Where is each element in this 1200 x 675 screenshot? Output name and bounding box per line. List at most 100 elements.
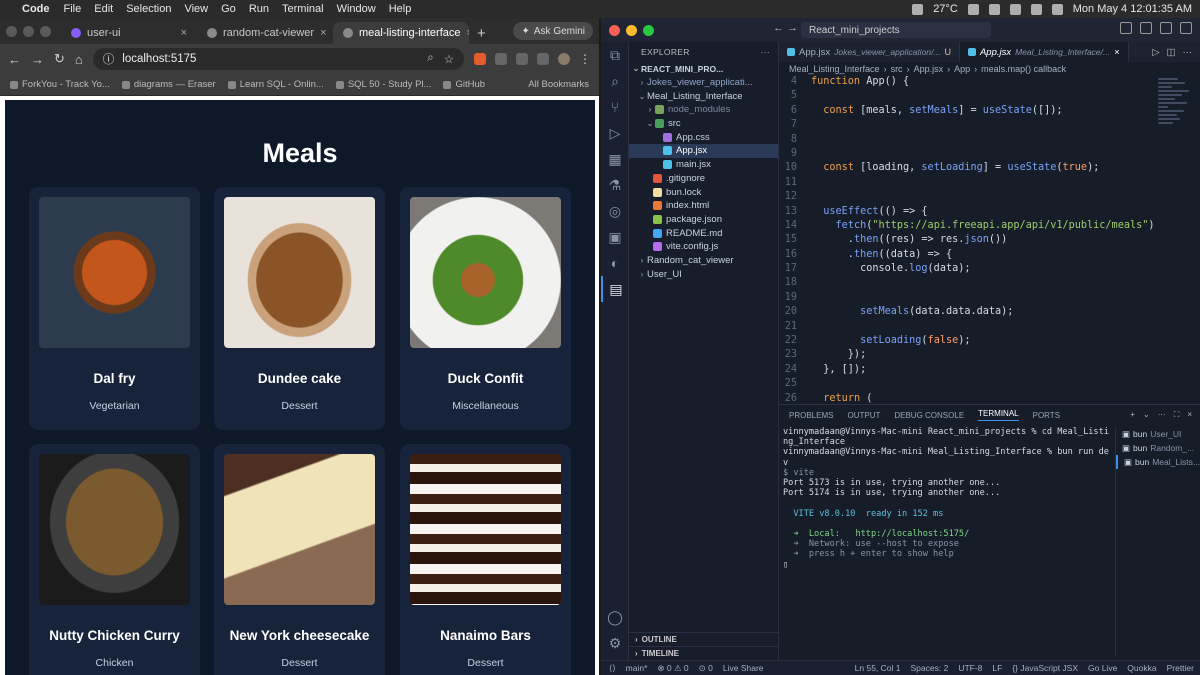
toggle-panel-icon[interactable]	[1160, 22, 1172, 34]
minimap[interactable]	[1158, 76, 1192, 166]
reload-icon[interactable]: ↻	[54, 51, 65, 67]
problems-count[interactable]: ⊗ 0 ⚠ 0	[657, 663, 688, 674]
close-window-button[interactable]	[6, 25, 17, 37]
tab-ports[interactable]: PORTS	[1033, 411, 1060, 420]
menu-kebab-icon[interactable]: ⋮	[579, 52, 591, 66]
close-tab-icon[interactable]: ×	[320, 27, 326, 39]
code-text[interactable]: function App() {	[811, 76, 909, 90]
encoding[interactable]: UTF-8	[958, 663, 982, 673]
code-line[interactable]: 10 const [loading, setLoading] = useStat…	[779, 162, 1159, 176]
tree-folder[interactable]: › Random_cat_viewer	[629, 254, 778, 268]
close-tab-icon[interactable]: ×	[181, 27, 187, 39]
back-icon[interactable]: ←	[8, 52, 21, 67]
tree-file[interactable]: index.html	[629, 199, 778, 213]
terminal-instance[interactable]: ▣ bun User_UI	[1116, 427, 1200, 441]
extensions-puzzle-icon[interactable]	[495, 53, 507, 65]
tree-folder[interactable]: › node_modules	[629, 103, 778, 117]
site-info-icon[interactable]: ⓘ	[103, 51, 115, 67]
language-mode[interactable]: {} JavaScript JSX	[1012, 663, 1078, 673]
code-text[interactable]: const [meals, setMeals] = useState([]);	[811, 105, 1062, 119]
code-line[interactable]: 24 }, []);	[779, 364, 1159, 378]
browser-tab-random-cat-viewer[interactable]: random-cat-viewer ×	[197, 22, 333, 44]
control-center-icon[interactable]	[1051, 3, 1063, 15]
run-debug-icon[interactable]: ▷	[601, 120, 629, 146]
bookmark-item[interactable]: SQL 50 - Study Pl...	[335, 79, 431, 90]
home-icon[interactable]: ⌂	[75, 52, 83, 67]
bluetooth-icon[interactable]	[988, 3, 1000, 15]
zoom-window-button[interactable]	[643, 24, 654, 36]
weather-temp[interactable]: 27°C	[933, 3, 958, 15]
code-line[interactable]: 6 const [meals, setMeals] = useState([])…	[779, 105, 1159, 119]
go-live-button[interactable]: Go Live	[1088, 663, 1117, 673]
breadcrumb-item[interactable]: Meal_Listing_Interface	[789, 64, 880, 74]
code-text[interactable]: useEffect(() => {	[811, 206, 927, 220]
extension-icon[interactable]	[474, 53, 486, 65]
git-branch[interactable]: main*	[626, 663, 648, 673]
code-line[interactable]: 18	[779, 277, 1159, 291]
browser-tab-user-ui[interactable]: user-ui ×	[61, 22, 197, 44]
editor-tab[interactable]: App.jsx Jokes_viewer_application/... U	[779, 42, 960, 62]
breadcrumb-item[interactable]: App.jsx	[914, 64, 944, 74]
code-line[interactable]: 25	[779, 378, 1159, 392]
editor-tab-active[interactable]: App.jsx Meal_Listing_Interface/... ×	[959, 42, 1129, 62]
terminal-output[interactable]: vinnymadaan@Vinnys-Mac-mini React_mini_p…	[783, 427, 1113, 657]
bookmark-star-icon[interactable]: ☆	[444, 52, 454, 66]
tab-terminal[interactable]: TERMINAL	[978, 409, 1019, 421]
indentation[interactable]: Spaces: 2	[911, 663, 949, 673]
battery-icon[interactable]	[967, 3, 979, 15]
account-icon[interactable]: ◯	[601, 604, 629, 630]
code-line[interactable]: 20 setMeals(data.data.data);	[779, 306, 1159, 320]
breadcrumb-item[interactable]: src	[891, 64, 903, 74]
source-control-icon[interactable]: ⑂	[601, 94, 629, 120]
meal-card[interactable]: Duck Confit Miscellaneous	[400, 187, 571, 430]
tree-folder[interactable]: › Jokes_viewer_applicati...	[629, 76, 778, 90]
forward-icon[interactable]: →	[31, 52, 44, 67]
testing-icon[interactable]: ⚗	[601, 172, 629, 198]
tree-folder[interactable]: ⌄ Meal_Listing_Interface	[629, 89, 778, 103]
meal-card[interactable]: Nanaimo Bars Dessert	[400, 444, 571, 675]
code-line[interactable]: 9	[779, 148, 1159, 162]
meal-card[interactable]: Dal fry Vegetarian	[29, 187, 200, 430]
code-line[interactable]: 15 .then((res) => res.json())	[779, 234, 1159, 248]
menubar-app-name[interactable]: Code	[22, 3, 50, 15]
menu-run[interactable]: Run	[249, 3, 269, 15]
wifi-icon[interactable]	[1009, 3, 1021, 15]
command-center-search[interactable]: React_mini_projects	[801, 22, 991, 38]
code-text[interactable]: .then((data) => {	[811, 249, 952, 263]
zoom-icon[interactable]: ⌕	[427, 52, 433, 66]
code-line[interactable]: 21	[779, 321, 1159, 335]
terminal-instance[interactable]: ▣ bun Random_...	[1116, 441, 1200, 455]
outline-section[interactable]: › OUTLINE	[629, 632, 779, 646]
close-tab-icon[interactable]: ×	[466, 27, 469, 39]
nav-arrows[interactable]: ← →	[773, 22, 798, 34]
tab-debug-console[interactable]: DEBUG CONSOLE	[894, 411, 964, 420]
tree-file[interactable]: vite.config.js	[629, 240, 778, 254]
menu-edit[interactable]: Edit	[94, 3, 113, 15]
tree-file[interactable]: main.jsx	[629, 158, 778, 172]
new-terminal-icon[interactable]: +	[1130, 410, 1135, 420]
search-icon[interactable]: ⌕	[601, 68, 629, 94]
bookmark-item[interactable]: GitHub	[443, 79, 485, 90]
prettier-button[interactable]: Prettier	[1167, 663, 1194, 673]
terminal-instance-active[interactable]: ▣ bun Meal_Lists...	[1116, 455, 1200, 469]
code-editor[interactable]: App.jsx Jokes_viewer_application/... U A…	[779, 42, 1200, 418]
line-ending[interactable]: LF	[992, 663, 1002, 673]
quokka-button[interactable]: Quokka	[1127, 663, 1156, 673]
new-tab-button[interactable]: +	[477, 22, 486, 44]
bookmark-item[interactable]: diagrams — Eraser	[121, 79, 216, 90]
close-icon[interactable]: ×	[1187, 410, 1192, 420]
meal-card[interactable]: Nutty Chicken Curry Chicken	[29, 444, 200, 675]
live-share-icon[interactable]: ◐	[601, 250, 629, 276]
profile-avatar[interactable]	[558, 53, 570, 65]
tree-file[interactable]: App.jsx	[629, 144, 778, 158]
code-lines[interactable]: 4 function App() {5 6 const [meals, setMea…	[779, 76, 1159, 418]
minimize-window-button[interactable]	[626, 24, 637, 36]
meal-card[interactable]: New York cheesecake Dessert	[214, 444, 385, 675]
explorer-icon[interactable]: ⧉	[601, 42, 629, 68]
bookmark-item[interactable]: ForkYou - Track Yo...	[10, 79, 110, 90]
toggle-sidebar-icon[interactable]	[1140, 22, 1152, 34]
tab-output[interactable]: OUTPUT	[847, 411, 880, 420]
run-icon[interactable]: ▷	[1152, 47, 1159, 58]
tree-root-folder[interactable]: ⌄ REACT_MINI_PRO...	[629, 62, 778, 76]
tab-problems[interactable]: PROBLEMS	[789, 411, 833, 420]
